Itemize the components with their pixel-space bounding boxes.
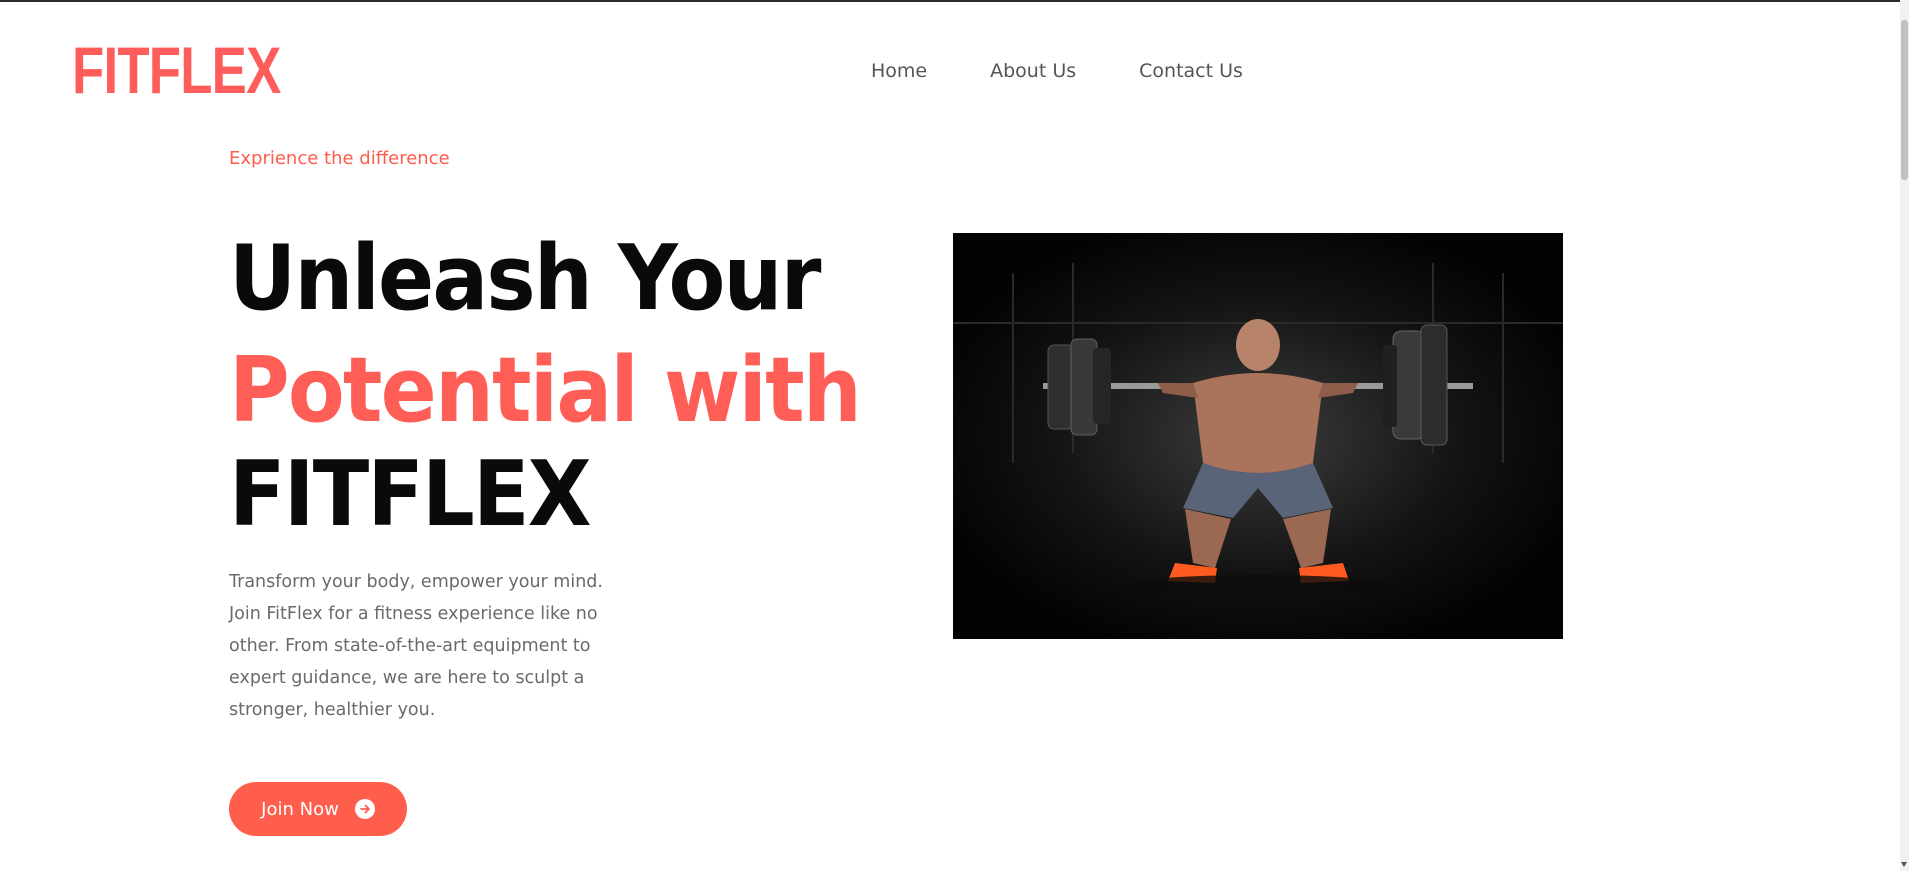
- weightlifter-image: [953, 233, 1563, 639]
- hero-headline: Unleash Your Potential with FITFLEX: [229, 222, 862, 552]
- top-border: [0, 0, 1909, 2]
- hero-tagline: Exprience the difference: [229, 148, 450, 169]
- page: FITFLEX Home About Us Contact Us Exprien…: [0, 0, 1909, 871]
- main-nav: Home About Us Contact Us: [871, 58, 1306, 84]
- vertical-scrollbar[interactable]: [1900, 0, 1909, 871]
- nav-item-home[interactable]: Home: [871, 58, 927, 84]
- headline-line-3: FITFLEX: [229, 442, 592, 547]
- headline-line-2: Potential with: [229, 338, 862, 443]
- scroll-down-arrow-icon[interactable]: [1901, 862, 1907, 867]
- join-now-button[interactable]: Join Now: [229, 782, 407, 836]
- arrow-right-circle-icon: [354, 799, 375, 819]
- headline-line-1: Unleash Your: [229, 226, 821, 331]
- join-now-label: Join Now: [261, 798, 339, 820]
- nav-item-contact-us[interactable]: Contact Us: [1139, 58, 1243, 84]
- nav-item-about-us[interactable]: About Us: [990, 58, 1076, 84]
- hero-description: Transform your body, empower your mind. …: [229, 572, 603, 720]
- scrollbar-thumb[interactable]: [1901, 20, 1908, 180]
- brand-logo[interactable]: FITFLEX: [72, 32, 281, 108]
